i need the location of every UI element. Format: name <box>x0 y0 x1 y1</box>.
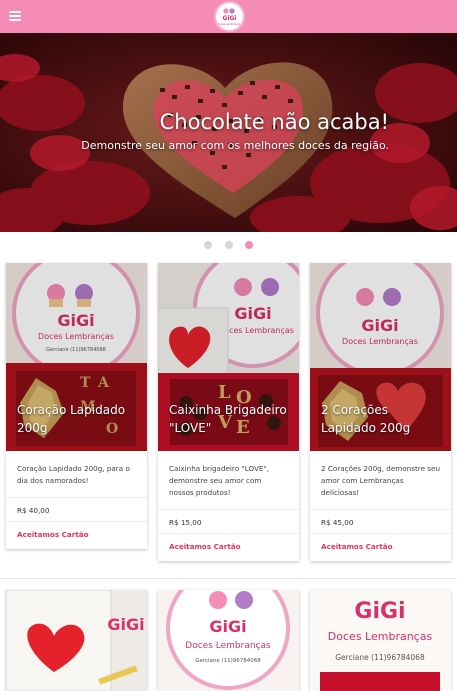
product-image[interactable]: GiGi Doces Lembranças Gerciane (11)96784… <box>6 263 147 451</box>
image-brand-text: GiGi <box>209 617 246 636</box>
product-image[interactable]: GiGi Doces Lembranças 2 Corações Lapidad… <box>310 263 451 451</box>
hero-subtitle: Demonstre seu amor com os melhores doces… <box>81 139 389 152</box>
section-divider <box>0 578 457 579</box>
accept-card-link[interactable]: Aceitamos Cartão <box>6 521 147 549</box>
hamburger-menu-button[interactable] <box>9 11 21 21</box>
product-image[interactable]: GiGi Doces Lembranças L O V E Caixinha B… <box>158 263 299 451</box>
product-card-partial[interactable]: GiGi Doces Lembranças Gerciane (11)96784… <box>158 590 299 691</box>
product-card[interactable]: GiGi Doces Lembranças Gerciane (11)96784… <box>6 263 147 549</box>
brand-logo[interactable]: GiGi Doces Lembranças <box>214 1 245 32</box>
hero-title: Chocolate não acaba! <box>159 110 389 134</box>
product-card-partial[interactable]: GiGi <box>6 590 147 691</box>
carousel-indicators <box>0 232 457 254</box>
logo-brand-text: GiGi <box>223 15 237 22</box>
product-description: Caixinha brigadeiro "LOVE", demonstre se… <box>158 451 299 510</box>
product-title: Coração Lapidado 200g <box>17 403 126 435</box>
image-tagline-text: Doces Lembranças <box>328 630 433 643</box>
image-tagline-text: Doces Lembranças <box>185 641 271 651</box>
image-brand-text: GiGi <box>354 599 405 624</box>
product-description: Coração Lapidado 200g, para o dia dos na… <box>6 451 147 498</box>
product-title: Caixinha Brigadeiro "LOVE" <box>169 403 287 435</box>
product-image: GiGi Doces Lembranças Gerciane (11)96784… <box>310 590 451 691</box>
carousel-dot-1[interactable] <box>204 241 212 249</box>
product-card[interactable]: GiGi Doces Lembranças L O V E Caixinha B… <box>158 263 299 561</box>
hamburger-icon-line <box>9 11 21 13</box>
product-image: GiGi Doces Lembranças Gerciane (11)96784… <box>158 590 299 691</box>
accept-card-link[interactable]: Aceitamos Cartão <box>310 533 451 561</box>
product-price: R$ 45,00 <box>321 518 354 527</box>
product-price: R$ 15,00 <box>169 518 202 527</box>
product-price: R$ 40,00 <box>17 506 50 515</box>
image-contact-text: Gerciane (11)96784068 <box>335 653 425 662</box>
accept-card-link[interactable]: Aceitamos Cartão <box>158 533 299 561</box>
carousel-dot-3-active[interactable] <box>245 241 253 249</box>
product-title: 2 Corações Lapidado 200g <box>321 403 411 435</box>
carousel-dot-2[interactable] <box>225 241 233 249</box>
image-brand-text: GiGi <box>107 615 144 634</box>
hero-carousel[interactable]: Chocolate não acaba! Demonstre seu amor … <box>0 33 457 232</box>
product-card[interactable]: GiGi Doces Lembranças 2 Corações Lapidad… <box>310 263 451 561</box>
logo-tagline-text: Doces Lembranças <box>217 22 242 26</box>
product-image: GiGi <box>6 590 147 691</box>
product-card-partial[interactable]: GiGi Doces Lembranças Gerciane (11)96784… <box>310 590 451 691</box>
product-description: 2 Corações 200g, demonstre seu amor com … <box>310 451 451 510</box>
top-app-bar: GiGi Doces Lembranças <box>0 0 457 33</box>
image-contact-text: Gerciane (11)96784068 <box>195 658 261 664</box>
hamburger-icon-line <box>9 15 21 17</box>
hamburger-icon-line <box>9 19 21 21</box>
